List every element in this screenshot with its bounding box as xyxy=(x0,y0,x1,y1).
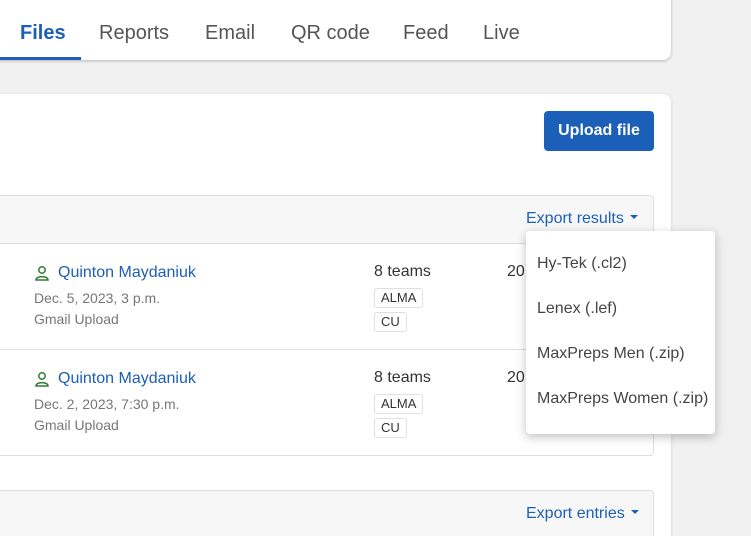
tab-active-indicator xyxy=(0,57,81,60)
upload-date: Dec. 2, 2023, 7:30 p.m. xyxy=(34,396,180,412)
tab-qr-code[interactable]: QR code xyxy=(291,10,370,60)
team-badge: ALMA xyxy=(374,288,424,308)
year-value: 20 xyxy=(507,263,525,280)
team-badge: CU xyxy=(374,418,407,438)
export-results-button[interactable]: Export results xyxy=(526,210,638,228)
teams-count: 8 teams xyxy=(374,369,431,386)
user-icon xyxy=(35,266,49,281)
tab-feed[interactable]: Feed xyxy=(403,10,449,60)
upload-source: Gmail Upload xyxy=(34,311,119,327)
menu-item-hytek[interactable]: Hy-Tek (.cl2) xyxy=(537,255,627,273)
tab-reports[interactable]: Reports xyxy=(99,10,169,60)
teams-count: 8 teams xyxy=(374,263,431,280)
user-icon xyxy=(35,372,49,387)
caret-down-icon xyxy=(629,214,638,219)
year-value: 20 xyxy=(507,369,525,386)
uploader-link[interactable]: Quinton Maydaniuk xyxy=(58,370,196,388)
upload-source: Gmail Upload xyxy=(34,417,119,433)
menu-item-maxpreps-men[interactable]: MaxPreps Men (.zip) xyxy=(537,345,685,363)
upload-file-button[interactable]: Upload file xyxy=(544,111,654,151)
uploader-link[interactable]: Quinton Maydaniuk xyxy=(58,264,196,282)
menu-item-maxpreps-women[interactable]: MaxPreps Women (.zip) xyxy=(537,390,708,408)
export-results-menu: Hy-Tek (.cl2) Lenex (.lef) MaxPreps Men … xyxy=(526,231,715,434)
tab-files[interactable]: Files xyxy=(20,10,66,60)
caret-down-icon xyxy=(630,509,639,514)
team-badge: CU xyxy=(374,312,407,332)
export-entries-button[interactable]: Export entries xyxy=(526,505,639,523)
upload-date: Dec. 5, 2023, 3 p.m. xyxy=(34,290,161,306)
tab-email[interactable]: Email xyxy=(205,10,255,60)
export-entries-label: Export entries xyxy=(526,505,625,522)
team-badge: ALMA xyxy=(374,394,424,414)
menu-item-lenex[interactable]: Lenex (.lef) xyxy=(537,300,617,318)
export-results-label: Export results xyxy=(526,210,624,227)
tab-live[interactable]: Live xyxy=(483,10,520,60)
